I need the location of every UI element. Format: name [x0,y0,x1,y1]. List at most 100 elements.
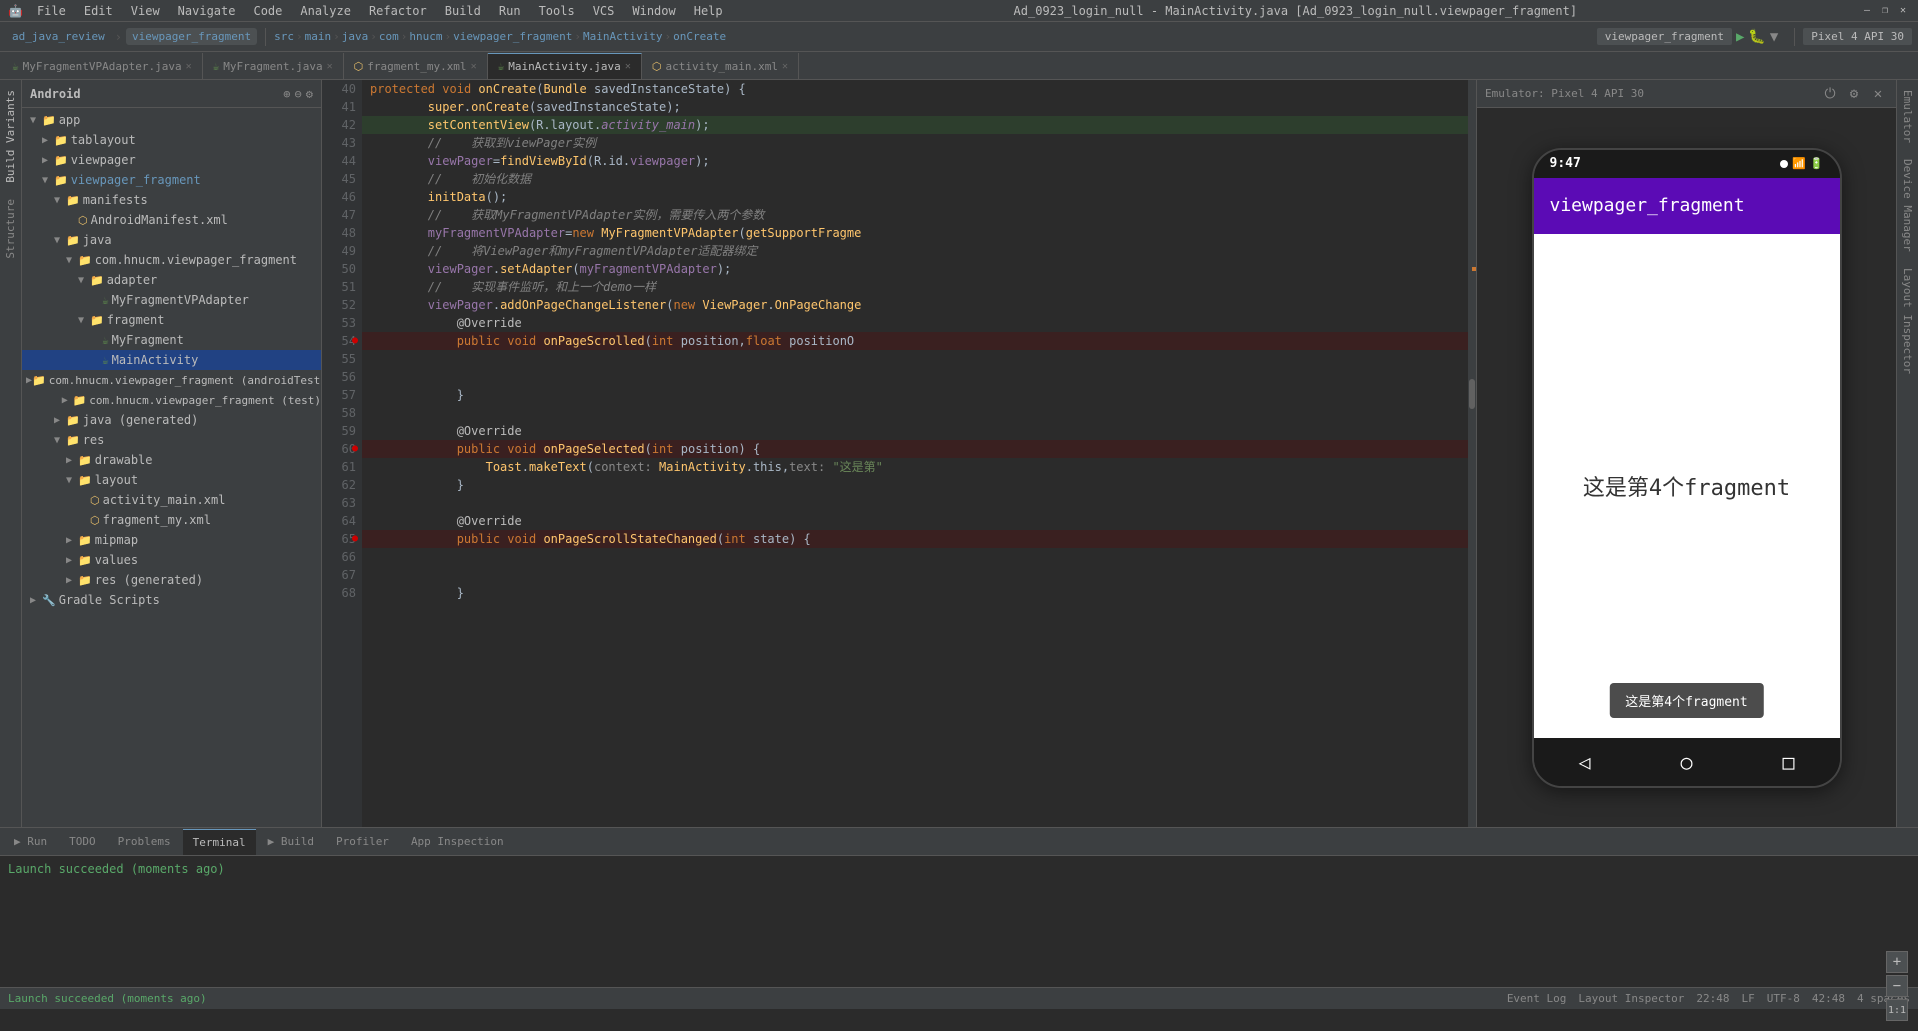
code-line-64[interactable]: @Override [362,512,1468,530]
breadcrumb-main[interactable]: main [305,30,332,43]
tree-myfragmentvp[interactable]: ▶ ☕ MyFragmentVPAdapter [22,290,321,310]
menu-window[interactable]: Window [624,2,683,20]
tree-manifests[interactable]: ▼ 📁 manifests [22,190,321,210]
breadcrumb-src[interactable]: src [274,30,294,43]
menu-refactor[interactable]: Refactor [361,2,435,20]
menu-navigate[interactable]: Navigate [170,2,244,20]
code-line-50[interactable]: viewPager .setAdapter (myFragmentVPAdapt… [362,260,1468,278]
sidebar-expand-icon[interactable]: ⊕ [283,87,290,101]
tab-terminal[interactable]: Terminal [183,829,256,855]
nav-recents-icon[interactable]: □ [1782,750,1794,774]
code-line-48[interactable]: myFragmentVPAdapter =new MyFragmentVPAda… [362,224,1468,242]
emu-power-btn[interactable]: ⏻ [1820,86,1840,102]
tree-res[interactable]: ▼ 📁 res [22,430,321,450]
breadcrumb-java[interactable]: java [342,30,369,43]
minimize-button[interactable]: — [1860,4,1874,18]
menu-vcs[interactable]: VCS [585,2,623,20]
scroll-thumb[interactable] [1469,379,1475,409]
tree-activitymain[interactable]: ▶ ⬡ activity_main.xml [22,490,321,510]
menu-run[interactable]: Run [491,2,529,20]
sidebar-gear-icon[interactable]: ⚙ [306,87,313,101]
tree-resgen[interactable]: ▶ 📁 res (generated) [22,570,321,590]
code-line-55[interactable] [362,350,1468,368]
layout-inspector-link[interactable]: Layout Inspector [1578,992,1684,1005]
code-line-40[interactable]: protected void onCreate (Bundle savedIns… [362,80,1468,98]
code-line-60[interactable]: public void onPageSelected (int position… [362,440,1468,458]
menu-analyze[interactable]: Analyze [292,2,359,20]
device-dropdown[interactable]: Pixel 4 API 30 [1803,28,1912,45]
menu-build[interactable]: Build [437,2,489,20]
code-line-54[interactable]: public void onPageScrolled (int position… [362,332,1468,350]
code-line-58[interactable] [362,404,1468,422]
code-line-59[interactable]: @Override [362,422,1468,440]
tree-mainactivity[interactable]: ▶ ☕ MainActivity [22,350,321,370]
more-run-options[interactable]: ▼ [1770,29,1778,45]
menu-tools[interactable]: Tools [531,2,583,20]
status-lf[interactable]: LF [1742,992,1755,1005]
code-line-56[interactable] [362,368,1468,386]
module-name[interactable]: viewpager_fragment [126,28,257,45]
nav-home-icon[interactable]: ○ [1680,750,1692,774]
code-line-62[interactable]: } [362,476,1468,494]
tab-appinspection[interactable]: App Inspection [401,829,514,855]
tree-java-gen[interactable]: ▶ 📁 java (generated) [22,410,321,430]
tree-mipmap[interactable]: ▶ 📁 mipmap [22,530,321,550]
run-config-dropdown[interactable]: viewpager_fragment [1597,28,1732,45]
tab-myfragmentvpadapter[interactable]: ☕ MyFragmentVPAdapter.java ✕ [2,53,203,79]
tree-viewpager-fragment[interactable]: ▼ 📁 viewpager_fragment [22,170,321,190]
debug-button[interactable]: 🐛 [1748,29,1765,45]
tree-java[interactable]: ▼ 📁 java [22,230,321,250]
close-button[interactable]: ✕ [1896,4,1910,18]
breadcrumb-oncreate[interactable]: onCreate [673,30,726,43]
code-line-57[interactable]: } [362,386,1468,404]
tree-drawable[interactable]: ▶ 📁 drawable [22,450,321,470]
code-line-61[interactable]: Toast .makeText ( context: MainActivity … [362,458,1468,476]
tab-activitymain[interactable]: ⬡ activity_main.xml ✕ [642,53,799,79]
tab-profiler[interactable]: Profiler [326,829,399,855]
side-tab-emulator[interactable]: Emulator [1899,84,1916,149]
tab-todo[interactable]: TODO [59,829,106,855]
tree-fragmentmy[interactable]: ▶ ⬡ fragment_my.xml [22,510,321,530]
code-line-47[interactable]: // 获取MyFragmentVPAdapter实例，需要传入两个参数 [362,206,1468,224]
breadcrumb-hnucm[interactable]: hnucm [409,30,442,43]
menu-file[interactable]: File [29,2,74,20]
run-button[interactable]: ▶ [1736,29,1744,45]
side-tab-device-manager[interactable]: Device Manager [1899,153,1916,258]
scroll-indicator[interactable] [1468,80,1476,827]
code-content[interactable]: protected void onCreate (Bundle savedIns… [362,80,1468,827]
code-line-51[interactable]: // 实现事件监听，和上一个demo一样 [362,278,1468,296]
code-line-53[interactable]: @Override [362,314,1468,332]
tree-test[interactable]: ▶ 📁 com.hnucm.viewpager_fragment (test) [22,390,321,410]
tree-layout[interactable]: ▼ 📁 layout [22,470,321,490]
breadcrumb-mainactivity[interactable]: MainActivity [583,30,662,43]
code-line-44[interactable]: viewPager =findViewById (R.id.viewpager … [362,152,1468,170]
tree-gradle[interactable]: ▶ 🔧 Gradle Scripts [22,590,321,610]
side-tab-build-left[interactable]: Build Variants [2,84,19,189]
tree-com-hnucm[interactable]: ▼ 📁 com.hnucm.viewpager_fragment [22,250,321,270]
tab-problems[interactable]: Problems [108,829,181,855]
maximize-button[interactable]: ❐ [1878,4,1892,18]
code-line-45[interactable]: // 初始化数据 [362,170,1468,188]
tree-app[interactable]: ▼ 📁 app [22,110,321,130]
tree-values[interactable]: ▶ 📁 values [22,550,321,570]
tree-myfragment[interactable]: ▶ ☕ MyFragment [22,330,321,350]
menu-help[interactable]: Help [686,2,731,20]
tree-androidmanifest[interactable]: ▶ ⬡ AndroidManifest.xml [22,210,321,230]
nav-back-icon[interactable]: ◁ [1578,750,1590,774]
close-tab-mainactivity[interactable]: ✕ [625,61,631,72]
sidebar-collapse-icon[interactable]: ⊖ [295,87,302,101]
code-line-52[interactable]: viewPager .addOnPageChangeListener (new … [362,296,1468,314]
breadcrumb-com[interactable]: com [379,30,399,43]
tab-run[interactable]: ▶ Run [4,829,57,855]
close-tab-myfragmentvpadapter[interactable]: ✕ [186,61,192,72]
tab-mainactivity[interactable]: ☕ MainActivity.java ✕ [488,53,642,79]
tab-myfragment[interactable]: ☕ MyFragment.java ✕ [203,53,344,79]
tree-tablayout[interactable]: ▶ 📁 tablayout [22,130,321,150]
code-line-63[interactable] [362,494,1468,512]
close-tab-activitymain[interactable]: ✕ [782,61,788,72]
menu-edit[interactable]: Edit [76,2,121,20]
tab-build[interactable]: ▶ Build [258,829,324,855]
side-tab-structure[interactable]: Structure [2,193,19,265]
close-tab-myfragment[interactable]: ✕ [327,61,333,72]
code-line-65[interactable]: public void onPageScrollStateChanged (in… [362,530,1468,548]
